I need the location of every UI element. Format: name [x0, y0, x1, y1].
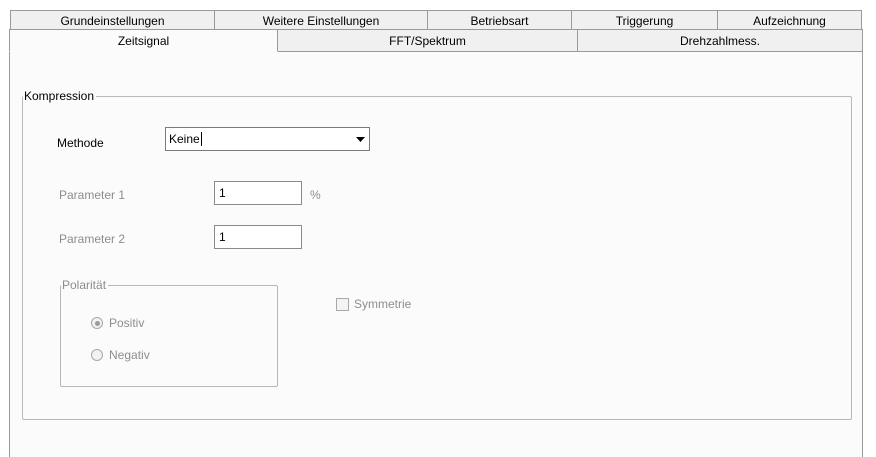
param1-input[interactable]: 1 [214, 181, 302, 205]
param2-input[interactable]: 1 [214, 225, 302, 249]
tab-triggerung[interactable]: Triggerung [572, 10, 718, 30]
text-caret [200, 132, 202, 147]
tab-zeitsignal[interactable]: Zeitsignal [9, 29, 278, 52]
settings-window: Grundeinstellungen Weitere Einstellungen… [0, 0, 876, 457]
tab-betriebsart[interactable]: Betriebsart [428, 10, 572, 30]
radio-positiv[interactable]: Positiv [91, 316, 144, 330]
symmetry-label: Symmetrie [354, 297, 412, 311]
tab-panel-zeitsignal: Kompression Methode Keine Parameter 1 1 … [9, 51, 863, 457]
param1-unit: % [310, 188, 321, 202]
radio-negativ-indicator[interactable] [91, 349, 103, 361]
polarity-groupbox: Polarität Positiv Negativ [60, 278, 278, 387]
compression-groupbox: Kompression Methode Keine Parameter 1 1 … [22, 89, 852, 420]
tab-weitere-einstellungen[interactable]: Weitere Einstellungen [215, 10, 428, 30]
radio-positiv-indicator[interactable] [91, 317, 103, 329]
tab-grundeinstellungen[interactable]: Grundeinstellungen [10, 10, 215, 30]
tab-aufzeichnung[interactable]: Aufzeichnung [718, 10, 862, 30]
polarity-group-title: Polarität [61, 278, 109, 292]
tab-drehzahlmess[interactable]: Drehzahlmess. [578, 29, 863, 51]
radio-negativ[interactable]: Negativ [91, 348, 150, 362]
tab-row-bottom: Zeitsignal FFT/Spektrum Drehzahlmess. [9, 29, 863, 52]
tab-fft-spektrum[interactable]: FFT/Spektrum [278, 29, 578, 51]
param1-label: Parameter 1 [59, 188, 126, 202]
compression-group-title: Kompression [23, 89, 97, 103]
param2-label: Parameter 2 [59, 232, 126, 246]
tab-row-top: Grundeinstellungen Weitere Einstellungen… [10, 10, 862, 30]
symmetry-checkbox[interactable]: Symmetrie [336, 297, 411, 311]
method-label: Methode [57, 136, 104, 150]
radio-negativ-label: Negativ [109, 348, 150, 362]
chevron-down-icon[interactable] [351, 128, 369, 150]
symmetry-checkbox-box[interactable] [336, 297, 349, 311]
radio-positiv-label: Positiv [109, 316, 145, 330]
method-value: Keine [169, 131, 200, 146]
method-select[interactable]: Keine [165, 127, 370, 151]
